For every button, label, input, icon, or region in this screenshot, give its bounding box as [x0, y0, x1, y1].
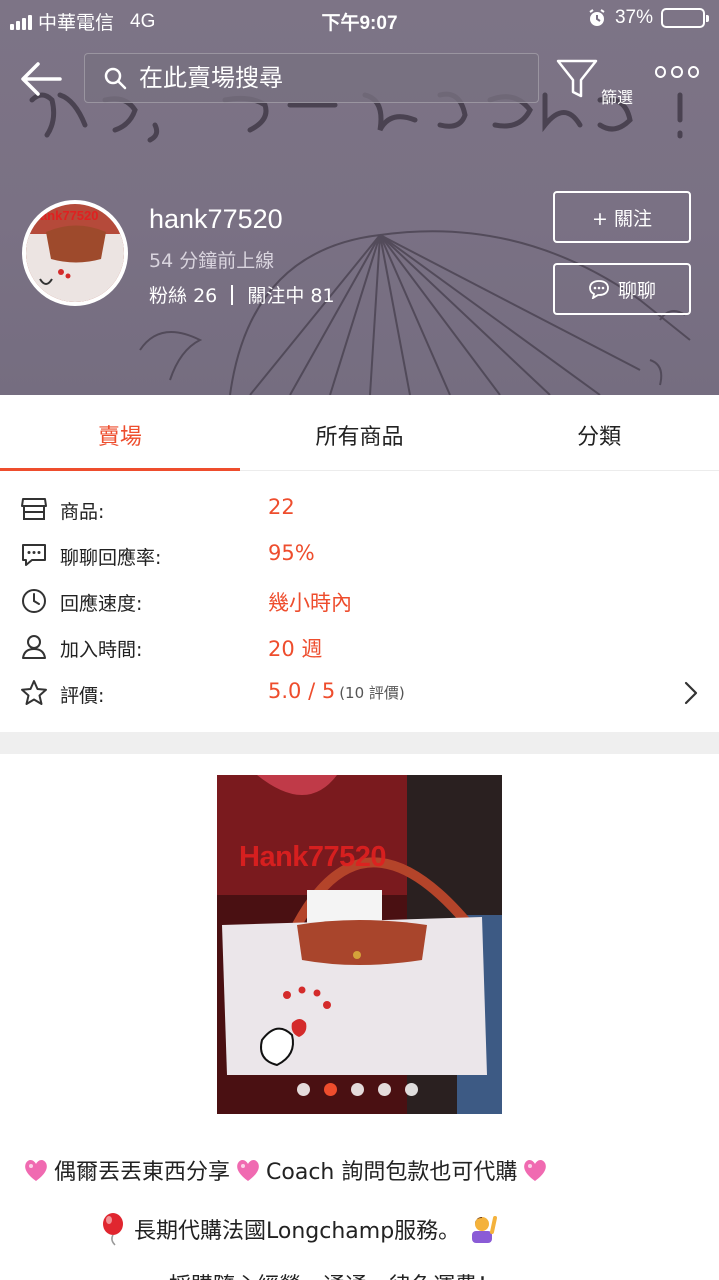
shop-tabs: 賣場 所有商品 分類: [0, 395, 719, 471]
stats-divider: [231, 285, 234, 305]
tab-all-products-label: 所有商品: [315, 425, 404, 450]
joined-value: 20 週: [268, 637, 323, 661]
rating-label: 評價:: [60, 685, 105, 707]
description-line-3: …… 採購隨心經營，通通一律免運費！: [118, 1268, 499, 1280]
rating-count: (10 評價): [339, 684, 405, 702]
response-time-label: 回應速度:: [60, 593, 143, 615]
handbag-photo: [217, 775, 502, 1114]
response-rate-label: 聊聊回應率:: [60, 547, 162, 569]
carousel-indicator: [297, 1083, 418, 1096]
alarm-icon: [589, 9, 605, 26]
status-right: 37%: [587, 7, 709, 29]
shop-banner: 中華電信 4G 下午9:07 37% 篩選: [0, 0, 719, 395]
filter-icon: [556, 59, 598, 98]
followers-count: 26: [193, 285, 218, 307]
description-line-2: 長期代購法國Longchamp服務。: [100, 1212, 498, 1246]
tab-shop[interactable]: 賣場: [0, 395, 240, 471]
chat-bubble-icon: [589, 280, 609, 299]
description-text-2: 長期代購法國Longchamp服務。: [134, 1219, 461, 1244]
followers-label: 粉絲: [149, 285, 188, 307]
following-label: 關注中: [247, 285, 305, 307]
user-icon: [22, 635, 46, 659]
search-input[interactable]: [139, 64, 519, 92]
search-icon: [104, 67, 127, 90]
chat-button-label: 聊聊: [617, 279, 656, 302]
chat-button[interactable]: 聊聊: [553, 263, 691, 315]
status-bar: 中華電信 4G 下午9:07 37%: [0, 0, 719, 38]
info-row-response-rate: 聊聊回應率: 95%: [0, 532, 719, 578]
joined-label: 加入時間:: [60, 639, 143, 661]
sparkling-heart-icon: [237, 1160, 259, 1181]
follow-button-label: + 關注: [592, 207, 652, 230]
response-rate-value: 95%: [268, 541, 315, 565]
shop-cover-photo[interactable]: Hank77520: [217, 775, 502, 1114]
shop-avatar[interactable]: hank77520: [22, 200, 128, 306]
photo-watermark: Hank77520: [239, 841, 387, 873]
products-value: 22: [268, 495, 295, 519]
tab-shop-label: 賣場: [97, 425, 142, 450]
chat-icon: [22, 544, 46, 566]
info-row-response-time: 回應速度: 幾小時內: [0, 578, 719, 624]
sparkling-heart-icon: [524, 1160, 547, 1181]
online-status: 54 分鐘前上線: [149, 250, 275, 272]
clock-icon: [22, 589, 46, 613]
star-icon: [21, 680, 47, 705]
description-text-1b: Coach 詢問包款也可代購: [266, 1160, 518, 1185]
chevron-right-icon[interactable]: [683, 680, 699, 706]
storefront-icon: [21, 498, 47, 520]
section-divider: [0, 732, 719, 754]
carousel-dot[interactable]: [324, 1083, 337, 1096]
follow-stats: 粉絲 26 關注中 81: [149, 281, 335, 308]
balloon-icon: [103, 1213, 123, 1246]
battery-icon: [661, 8, 709, 28]
search-box[interactable]: [84, 53, 539, 103]
avatar-watermark: hank77520: [32, 208, 99, 223]
shop-info-list: 商品: 22 聊聊回應率: 95% 回應速度: 幾小時內 加入時間: 20 週 …: [0, 486, 719, 716]
rating-value: 5.0 / 5 (10 評價): [268, 679, 405, 703]
tab-categories[interactable]: 分類: [479, 395, 719, 470]
sparkling-heart-icon: [25, 1160, 47, 1181]
avatar-image: hank77520: [26, 204, 124, 302]
carousel-dot[interactable]: [405, 1083, 418, 1096]
tab-categories-label: 分類: [577, 425, 622, 450]
more-options-icon[interactable]: [655, 66, 699, 86]
tab-all-products[interactable]: 所有商品: [240, 395, 480, 470]
info-row-rating[interactable]: 評價: 5.0 / 5 (10 評價): [0, 670, 719, 716]
person-raising-hand-icon: [472, 1216, 498, 1243]
rating-score: 5.0 / 5: [268, 679, 336, 703]
filter-label: 篩選: [601, 88, 634, 107]
carousel-dot[interactable]: [297, 1083, 310, 1096]
battery-percent: 37%: [614, 7, 653, 28]
response-time-value: 幾小時內: [268, 591, 352, 615]
filter-button[interactable]: 篩選: [555, 58, 635, 108]
back-arrow-icon[interactable]: [18, 56, 64, 102]
info-row-joined: 加入時間: 20 週: [0, 624, 719, 670]
carousel-dot[interactable]: [378, 1083, 391, 1096]
shop-name: hank77520: [149, 204, 283, 234]
description-text-1a: 偶爾丟丟東西分享: [54, 1160, 231, 1185]
products-label: 商品:: [60, 501, 105, 523]
carousel-dot[interactable]: [351, 1083, 364, 1096]
description-line-1: 偶爾丟丟東西分享 Coach 詢問包款也可代購: [22, 1154, 549, 1186]
info-row-products: 商品: 22: [0, 486, 719, 532]
following-count: 81: [310, 285, 335, 307]
follow-button[interactable]: + 關注: [553, 191, 691, 243]
